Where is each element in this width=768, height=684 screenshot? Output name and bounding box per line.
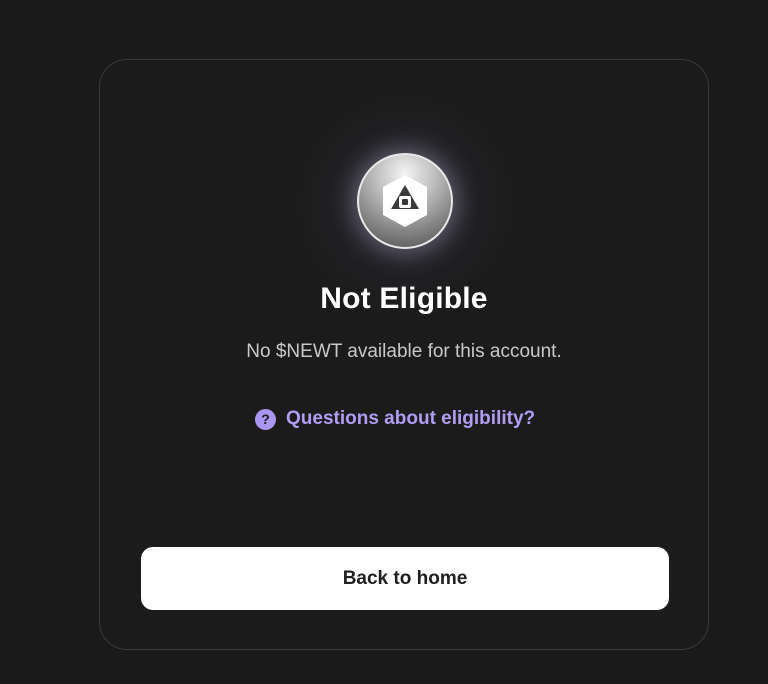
eligibility-help-link[interactable]: ? Questions about eligibility?: [255, 406, 535, 432]
status-message: No $NEWT available for this account.: [246, 341, 562, 362]
back-to-home-button[interactable]: Back to home: [141, 547, 669, 610]
newton-logo-icon: [357, 153, 453, 249]
page-title: Not Eligible: [320, 282, 488, 315]
help-link-label: Questions about eligibility?: [286, 408, 536, 429]
newton-logo-glyph: [383, 175, 427, 227]
question-circle-icon: ?: [255, 408, 276, 430]
page-background: Not Eligible No $NEWT available for this…: [0, 0, 768, 684]
eligibility-card: Not Eligible No $NEWT available for this…: [99, 59, 709, 650]
